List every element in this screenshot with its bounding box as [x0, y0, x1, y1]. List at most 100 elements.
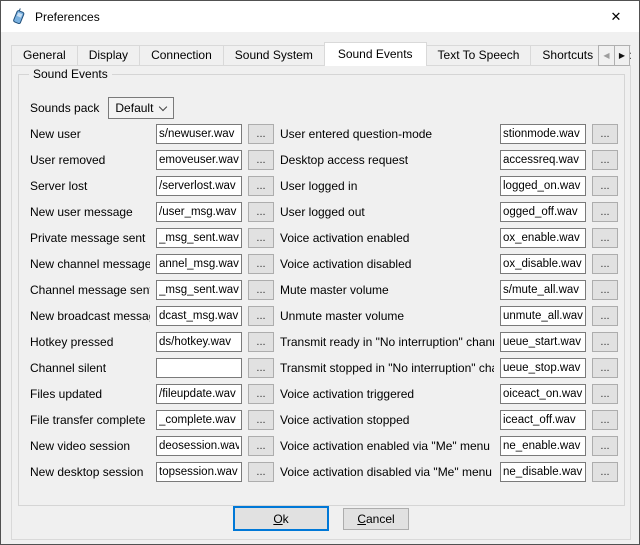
- title-bar: Preferences ✕: [1, 1, 639, 32]
- browse-button[interactable]: ...: [248, 332, 274, 352]
- sounds-pack-row: Sounds pack Default: [30, 97, 174, 119]
- cancel-button[interactable]: Cancel: [343, 508, 409, 530]
- event-label: Voice activation disabled via "Me" menu: [280, 462, 494, 482]
- event-sound-file-input[interactable]: [156, 306, 242, 326]
- event-sound-file-input[interactable]: [156, 228, 242, 248]
- tab-general[interactable]: General: [11, 45, 78, 66]
- browse-button[interactable]: ...: [592, 410, 618, 430]
- browse-button[interactable]: ...: [592, 228, 618, 248]
- browse-button[interactable]: ...: [592, 280, 618, 300]
- event-sound-file-input[interactable]: [156, 332, 242, 352]
- browse-button[interactable]: ...: [248, 280, 274, 300]
- event-sound-file-input[interactable]: [500, 124, 586, 144]
- browse-button[interactable]: ...: [248, 306, 274, 326]
- event-sound-file-input[interactable]: [156, 462, 242, 482]
- browse-button[interactable]: ...: [592, 150, 618, 170]
- event-sound-file-input[interactable]: [500, 410, 586, 430]
- browse-button[interactable]: ...: [592, 124, 618, 144]
- event-sound-file-input[interactable]: [500, 150, 586, 170]
- browse-button[interactable]: ...: [592, 332, 618, 352]
- event-label: New channel message: [30, 254, 150, 274]
- event-sound-file-input[interactable]: [500, 202, 586, 222]
- event-sound-file-input[interactable]: [500, 306, 586, 326]
- event-sound-file-input[interactable]: [156, 150, 242, 170]
- event-label: New user: [30, 124, 150, 144]
- event-label: Channel message sent: [30, 280, 150, 300]
- event-label: User entered question-mode: [280, 124, 494, 144]
- event-sound-file-input[interactable]: [500, 384, 586, 404]
- browse-button[interactable]: ...: [592, 384, 618, 404]
- app-icon: [10, 8, 28, 26]
- event-label: New video session: [30, 436, 150, 456]
- browse-button[interactable]: ...: [248, 228, 274, 248]
- event-label: Voice activation enabled: [280, 228, 494, 248]
- event-sound-file-input[interactable]: [500, 462, 586, 482]
- event-label: User logged in: [280, 176, 494, 196]
- browse-button[interactable]: ...: [248, 254, 274, 274]
- browse-button[interactable]: ...: [248, 124, 274, 144]
- event-sound-file-input[interactable]: [156, 280, 242, 300]
- browse-button[interactable]: ...: [248, 358, 274, 378]
- event-sound-file-input[interactable]: [500, 176, 586, 196]
- tab-sound-system[interactable]: Sound System: [223, 45, 325, 66]
- tab-text-to-speech[interactable]: Text To Speech: [426, 45, 532, 66]
- browse-button[interactable]: ...: [248, 202, 274, 222]
- browse-button[interactable]: ...: [248, 150, 274, 170]
- tab-connection[interactable]: Connection: [139, 45, 224, 66]
- close-button[interactable]: ✕: [593, 1, 639, 32]
- event-label: User removed: [30, 150, 150, 170]
- browse-button[interactable]: ...: [592, 306, 618, 326]
- event-sound-file-input[interactable]: [500, 228, 586, 248]
- browse-button[interactable]: ...: [248, 176, 274, 196]
- event-label: Voice activation stopped: [280, 410, 494, 430]
- tab-scroll-right-button[interactable]: ▶: [614, 45, 630, 66]
- event-sound-file-input[interactable]: [500, 254, 586, 274]
- event-sound-file-input[interactable]: [500, 358, 586, 378]
- event-sound-file-input[interactable]: [500, 280, 586, 300]
- event-label: Transmit stopped in "No interruption" ch…: [280, 358, 494, 378]
- window-title: Preferences: [35, 10, 100, 24]
- dialog-buttons: Ok Cancel: [12, 506, 630, 531]
- event-sound-file-input[interactable]: [500, 332, 586, 352]
- browse-button[interactable]: ...: [592, 254, 618, 274]
- browse-button[interactable]: ...: [248, 436, 274, 456]
- ok-button[interactable]: Ok: [233, 506, 329, 531]
- event-label: File transfer complete: [30, 410, 150, 430]
- event-label: New user message: [30, 202, 150, 222]
- browse-button[interactable]: ...: [592, 358, 618, 378]
- event-sound-file-input[interactable]: [156, 436, 242, 456]
- browse-button[interactable]: ...: [248, 410, 274, 430]
- event-label: Mute master volume: [280, 280, 494, 300]
- browse-button[interactable]: ...: [592, 202, 618, 222]
- event-label: Private message sent: [30, 228, 150, 248]
- event-sound-file-input[interactable]: [156, 410, 242, 430]
- event-label: New desktop session: [30, 462, 150, 482]
- event-sound-file-input[interactable]: [156, 176, 242, 196]
- tab-display[interactable]: Display: [77, 45, 140, 66]
- browse-button[interactable]: ...: [592, 436, 618, 456]
- event-sound-file-input[interactable]: [156, 202, 242, 222]
- sounds-pack-combobox[interactable]: Default: [108, 97, 174, 119]
- event-sound-file-input[interactable]: [156, 358, 242, 378]
- event-sound-file-input[interactable]: [156, 124, 242, 144]
- browse-button[interactable]: ...: [248, 462, 274, 482]
- event-label: Voice activation enabled via "Me" menu: [280, 436, 494, 456]
- browse-button[interactable]: ...: [592, 462, 618, 482]
- event-label: Voice activation disabled: [280, 254, 494, 274]
- event-label: Server lost: [30, 176, 150, 196]
- tab-sound-events[interactable]: Sound Events: [324, 42, 427, 66]
- event-label: Hotkey pressed: [30, 332, 150, 352]
- tab-scroll-left-button[interactable]: ◀: [598, 45, 614, 66]
- sound-events-grid: New user... User entered question-mode...…: [30, 124, 618, 482]
- event-label: Unmute master volume: [280, 306, 494, 326]
- event-label: Transmit ready in "No interruption" chan…: [280, 332, 494, 352]
- event-sound-file-input[interactable]: [156, 384, 242, 404]
- browse-button[interactable]: ...: [248, 384, 274, 404]
- event-sound-file-input[interactable]: [156, 254, 242, 274]
- event-sound-file-input[interactable]: [500, 436, 586, 456]
- event-label: Files updated: [30, 384, 150, 404]
- tab-shortcuts[interactable]: Shortcuts: [530, 45, 605, 66]
- browse-button[interactable]: ...: [592, 176, 618, 196]
- event-label: Desktop access request: [280, 150, 494, 170]
- preferences-dialog: Preferences ✕ GeneralDisplayConnectionSo…: [0, 0, 640, 545]
